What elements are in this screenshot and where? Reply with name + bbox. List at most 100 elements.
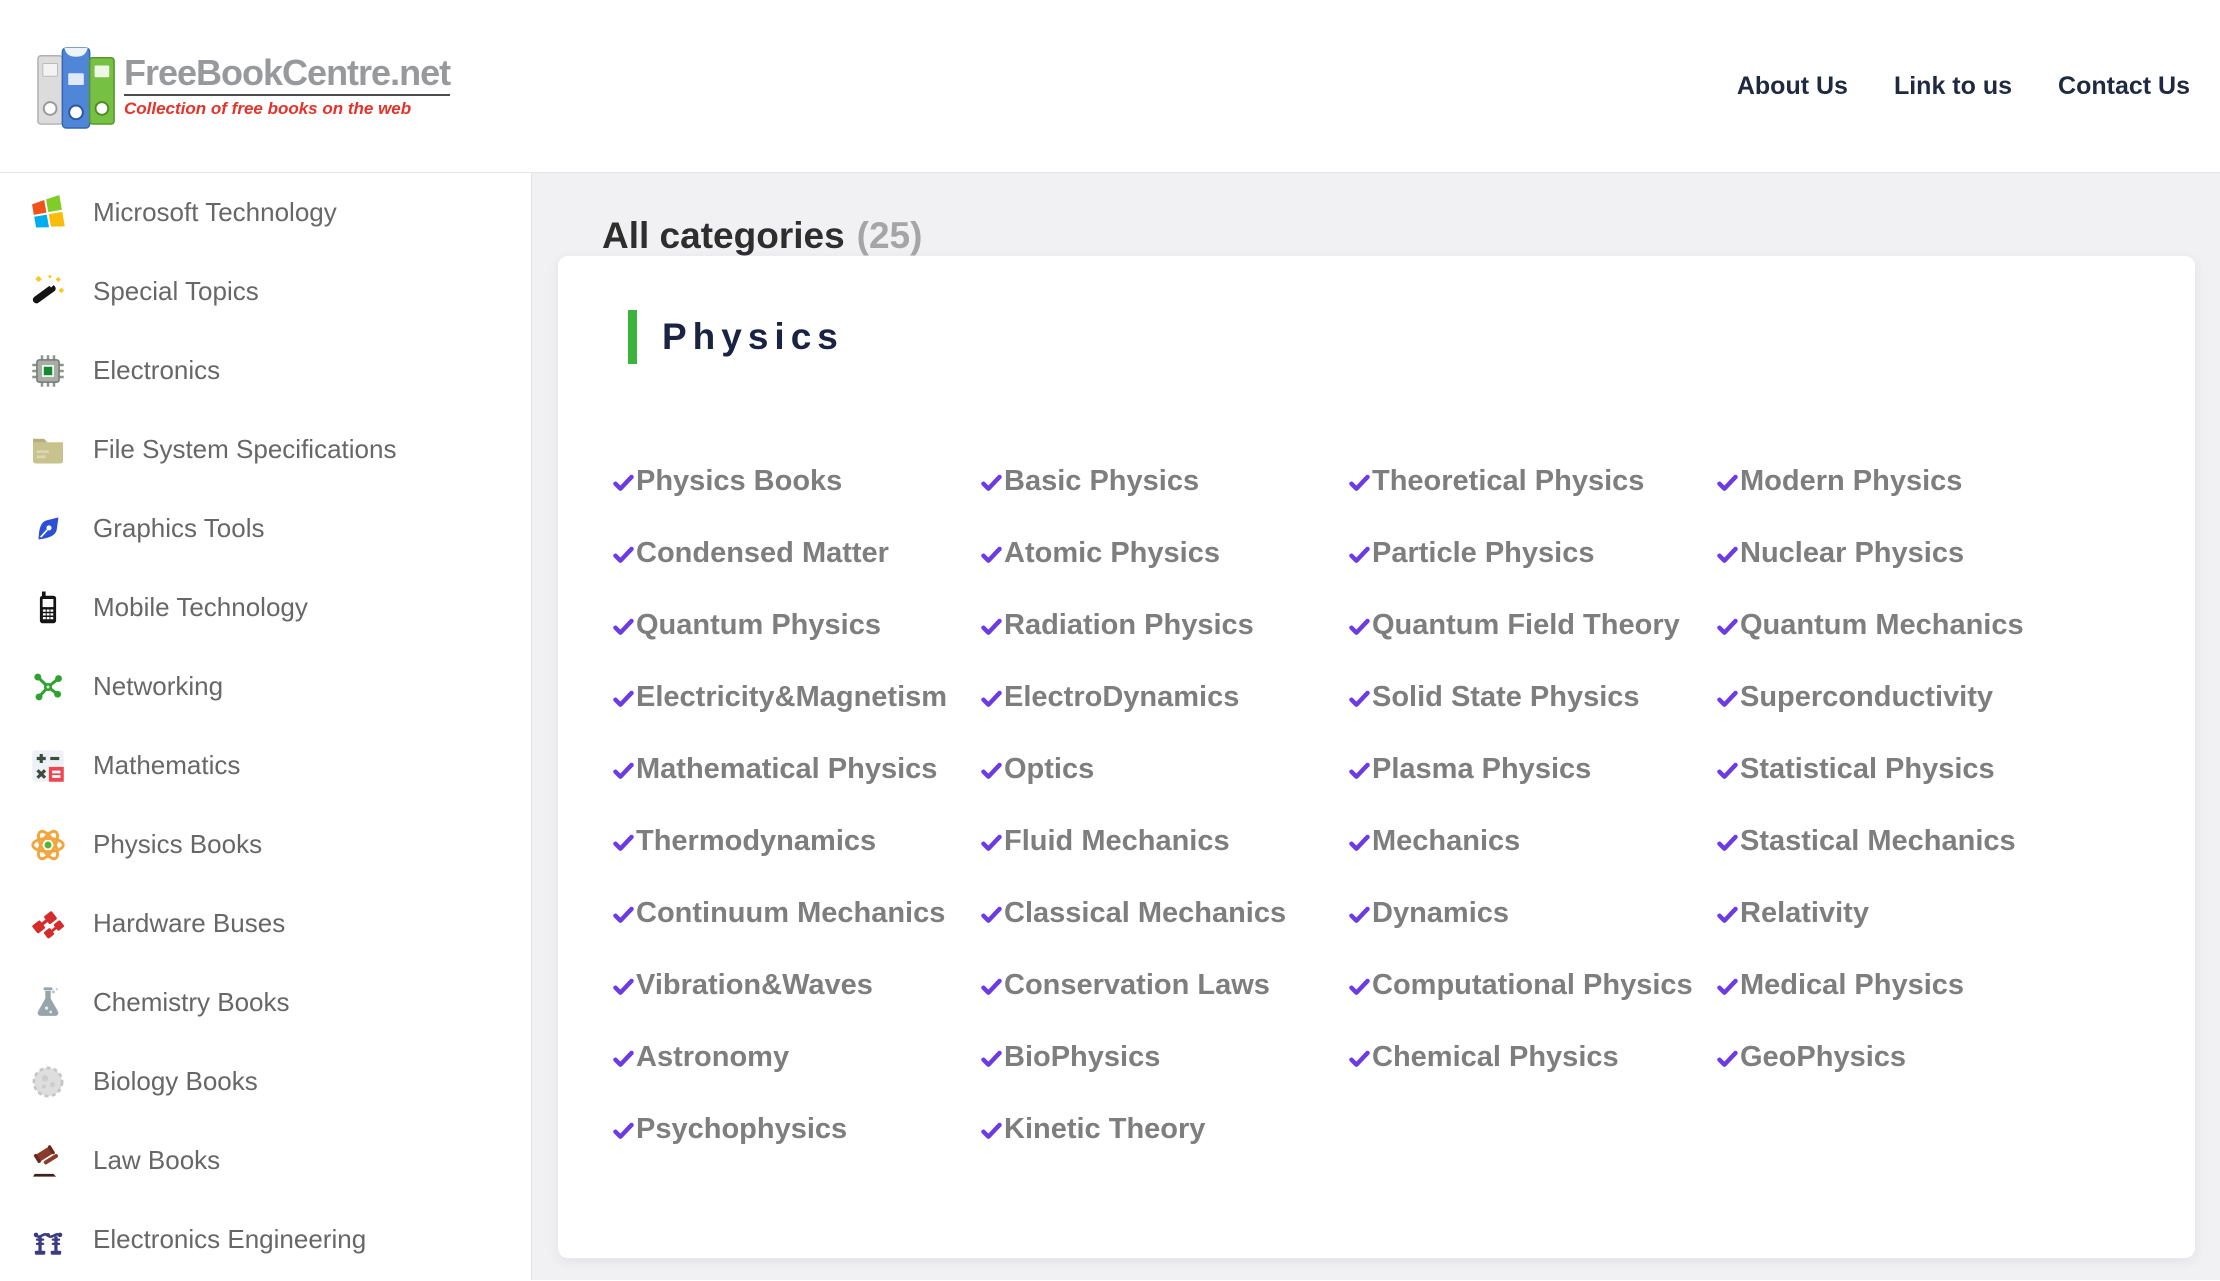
category-link-label: Solid State Physics [1372,681,1640,714]
category-link-label: BioPhysics [1004,1041,1160,1074]
gavel-icon [30,1143,66,1179]
category-link-vibration-waves[interactable]: Vibration&Waves [612,969,980,1002]
category-link-plasma-physics[interactable]: Plasma Physics [1348,753,1716,786]
category-link-label: Electricity&Magnetism [636,681,947,714]
logo-title: FreeBookCentre.net [124,53,450,93]
sidebar-item-mathematics[interactable]: Mathematics [0,726,531,805]
category-link-label: Relativity [1740,897,1869,930]
header: FreeBookCentre.net Collection of free bo… [0,0,2220,173]
category-link-quantum-mechanics[interactable]: Quantum Mechanics [1716,609,2084,642]
sidebar-item-special-topics[interactable]: Special Topics [0,252,531,331]
category-link-classical-mechanics[interactable]: Classical Mechanics [980,897,1348,930]
category-link-physics-books[interactable]: Physics Books [612,465,980,498]
category-link-label: Kinetic Theory [1004,1113,1205,1146]
check-icon [1348,687,1371,710]
category-link-condensed-matter[interactable]: Condensed Matter [612,537,980,570]
folder-icon [30,432,66,468]
category-link-modern-physics[interactable]: Modern Physics [1716,465,2084,498]
check-icon [612,831,635,854]
category-link-stastical-mechanics[interactable]: Stastical Mechanics [1716,825,2084,858]
sidebar-item-mobile-technology[interactable]: Mobile Technology [0,568,531,647]
sidebar-item-graphics-tools[interactable]: Graphics Tools [0,489,531,568]
magic-wand-icon [30,274,66,310]
sidebar-item-chemistry-books[interactable]: Chemistry Books [0,963,531,1042]
check-icon [1348,471,1371,494]
category-link-superconductivity[interactable]: Superconductivity [1716,681,2084,714]
category-link-mechanics[interactable]: Mechanics [1348,825,1716,858]
category-link-medical-physics[interactable]: Medical Physics [1716,969,2084,1002]
sidebar-item-networking[interactable]: Networking [0,647,531,726]
body-row: Microsoft Technology Special Topics Electr… [0,173,2220,1280]
check-icon [980,975,1003,998]
category-link-biophysics[interactable]: BioPhysics [980,1041,1348,1074]
calculator-icon [30,748,66,784]
category-link-fluid-mechanics[interactable]: Fluid Mechanics [980,825,1348,858]
category-link-mathematical-physics[interactable]: Mathematical Physics [612,753,980,786]
category-link-nuclear-physics[interactable]: Nuclear Physics [1716,537,2084,570]
category-link-thermodynamics[interactable]: Thermodynamics [612,825,980,858]
sidebar-item-electronics-engineering[interactable]: Electronics Engineering [0,1200,531,1279]
category-link-electrodynamics[interactable]: ElectroDynamics [980,681,1348,714]
check-icon [612,975,635,998]
category-link-kinetic-theory[interactable]: Kinetic Theory [980,1113,1348,1146]
sidebar-item-physics-books[interactable]: Physics Books [0,805,531,884]
category-link-computational-physics[interactable]: Computational Physics [1348,969,1716,1002]
category-link-label: Chemical Physics [1372,1041,1619,1074]
sidebar-item-law-books[interactable]: Law Books [0,1121,531,1200]
category-link-label: Superconductivity [1740,681,1993,714]
category-link-geophysics[interactable]: GeoPhysics [1716,1041,2084,1074]
category-link-optics[interactable]: Optics [980,753,1348,786]
check-icon [1348,903,1371,926]
nav-link-contact-us[interactable]: Contact Us [2058,72,2190,101]
category-link-conservation-laws[interactable]: Conservation Laws [980,969,1348,1002]
check-icon [612,1047,635,1070]
logo-text: FreeBookCentre.net Collection of free bo… [124,53,450,119]
check-icon [1716,615,1739,638]
category-link-solid-state-physics[interactable]: Solid State Physics [1348,681,1716,714]
category-link-dynamics[interactable]: Dynamics [1348,897,1716,930]
nav-link-about-us[interactable]: About Us [1737,72,1848,101]
category-link-label: Dynamics [1372,897,1509,930]
logo-binders-icon [36,40,118,132]
nav-link-link-to-us[interactable]: Link to us [1894,72,2012,101]
sidebar-item-hardware-buses[interactable]: Hardware Buses [0,884,531,963]
sidebar-item-file-system-specifications[interactable]: File System Specifications [0,410,531,489]
category-link-label: Continuum Mechanics [636,897,945,930]
site-logo[interactable]: FreeBookCentre.net Collection of free bo… [36,40,450,132]
page-title: All categories (25) [602,216,2195,256]
category-link-electricity-magnetism[interactable]: Electricity&Magnetism [612,681,980,714]
category-link-quantum-field-theory[interactable]: Quantum Field Theory [1348,609,1716,642]
physics-card: Physics Physics Books Basic PhysicsTheore… [558,256,2195,1258]
check-icon [980,759,1003,782]
category-link-astronomy[interactable]: Astronomy [612,1041,980,1074]
top-nav: About Us Link to us Contact Us [1737,72,2190,101]
category-link-chemical-physics[interactable]: Chemical Physics [1348,1041,1716,1074]
category-link-label: Modern Physics [1740,465,1962,498]
category-link-particle-physics[interactable]: Particle Physics [1348,537,1716,570]
sidebar-item-electronics[interactable]: Electronics [0,331,531,410]
sidebar-item-label: Electronics Engineering [93,1224,366,1255]
category-link-relativity[interactable]: Relativity [1716,897,2084,930]
check-icon [1716,1047,1739,1070]
category-link-atomic-physics[interactable]: Atomic Physics [980,537,1348,570]
category-link-label: Condensed Matter [636,537,889,570]
category-link-basic-physics[interactable]: Basic Physics [980,465,1348,498]
category-link-label: Physics Books [636,465,842,498]
category-link-quantum-physics[interactable]: Quantum Physics [612,609,980,642]
category-link-radiation-physics[interactable]: Radiation Physics [980,609,1348,642]
sidebar-item-biology-books[interactable]: Biology Books [0,1042,531,1121]
category-link-psychophysics[interactable]: Psychophysics [612,1113,980,1146]
category-link-statistical-physics[interactable]: Statistical Physics [1716,753,2084,786]
chip-icon [30,353,66,389]
card-header: Physics [612,310,2155,364]
sidebar-item-microsoft-technology[interactable]: Microsoft Technology [0,173,531,252]
check-icon [1716,759,1739,782]
sidebar-item-label: Electronics [93,355,220,386]
category-link-theoretical-physics[interactable]: Theoretical Physics [1348,465,1716,498]
category-link-continuum-mechanics[interactable]: Continuum Mechanics [612,897,980,930]
main-content: All categories (25) Physics Physics Book… [532,173,2220,1280]
category-link-label: Mathematical Physics [636,753,937,786]
sidebar-item-label: Special Topics [93,276,259,307]
category-link-label: Thermodynamics [636,825,876,858]
sidebar-item-label: Networking [93,671,223,702]
